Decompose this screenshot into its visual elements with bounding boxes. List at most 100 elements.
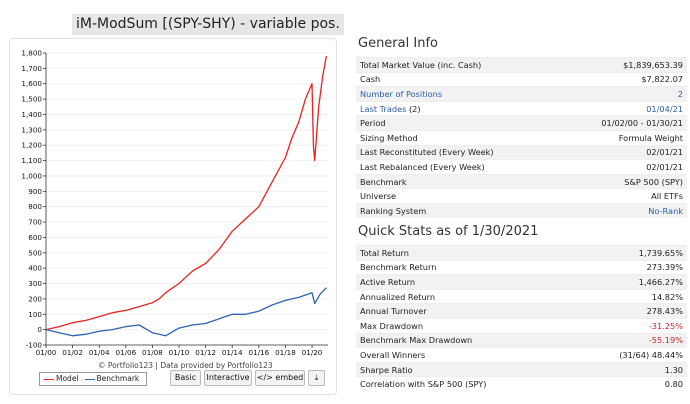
general-info-table: Total Market Value (inc. Cash) $1,839,653… xyxy=(356,57,687,218)
stat-value[interactable]: No-Rank xyxy=(648,206,683,216)
x-tick-label: 01/06 xyxy=(115,348,136,357)
interactive-button[interactable]: Interactive xyxy=(204,370,252,386)
x-tick-label: 01/08 xyxy=(142,348,163,357)
y-tick-label: 1,400 xyxy=(21,110,42,119)
stat-row: Benchmark Max Drawdown -55.19% xyxy=(356,332,687,348)
stat-label: Sizing Method xyxy=(360,132,418,143)
stat-value: 278.43% xyxy=(646,306,683,317)
performance-chart[interactable]: -10001002003004005006007008009001,0001,1… xyxy=(10,39,338,396)
stat-row: Sizing Method Formula Weight xyxy=(356,129,687,145)
stat-row: Overall Winners (31/64) 48.44% xyxy=(356,347,687,362)
quick-stats-table: Total Return 1,739.65% Benchmark Return 273… xyxy=(356,245,687,391)
stat-row: Max Drawdown -31.25% xyxy=(356,317,687,333)
stat-row: Last Rebalanced (Every Week) 02/01/21 xyxy=(356,159,687,174)
stat-label[interactable]: Number of Positions xyxy=(360,89,442,99)
stat-value: 273.39% xyxy=(646,262,683,273)
stat-label: Benchmark Return xyxy=(360,262,437,273)
x-tick-label: 01/18 xyxy=(275,348,296,357)
stat-row: Ranking System No-Rank xyxy=(356,202,687,218)
chart-legend[interactable]: Model Benchmark xyxy=(39,372,147,386)
stat-value: (31/64) 48.44% xyxy=(619,349,683,360)
stat-row: Benchmark S&P 500 (SPY) xyxy=(356,173,687,189)
download-button[interactable]: ⤓ xyxy=(308,370,325,386)
stat-label: Max Drawdown xyxy=(360,320,424,331)
y-tick-label: 1,800 xyxy=(21,49,42,58)
stat-label: Total Return xyxy=(360,247,409,258)
stat-value: Formula Weight xyxy=(618,132,683,143)
y-tick-label: 1,500 xyxy=(21,95,42,104)
stat-value[interactable]: 01/04/21 xyxy=(646,104,683,114)
stat-value: $7,822.07 xyxy=(641,74,683,85)
series-line-benchmark xyxy=(45,287,327,337)
stat-row: Number of Positions 2 xyxy=(356,86,687,101)
stat-row: Correlation with S&P 500 (SPY) 0.80 xyxy=(356,376,687,391)
stat-label: Active Return xyxy=(360,276,416,287)
stat-row: Annualized Return 14.82% xyxy=(356,288,687,304)
stat-row: Period 01/02/00 - 01/30/21 xyxy=(356,115,687,130)
stat-value: 0.80 xyxy=(664,379,683,390)
download-icon: ⤓ xyxy=(314,373,319,382)
y-tick-label: 1,600 xyxy=(21,79,42,88)
x-tick-label: 01/20 xyxy=(302,348,323,357)
stat-label: Last Reconstituted (Every Week) xyxy=(360,147,494,158)
page-title: iM-ModSum [(SPY-SHY) - variable pos. xyxy=(72,14,344,35)
stat-value: -55.19% xyxy=(648,335,683,346)
x-tick-label: 01/04 xyxy=(89,348,110,357)
stat-label: Ranking System xyxy=(360,205,427,216)
stat-value: S&P 500 (SPY) xyxy=(624,176,683,187)
legend-benchmark[interactable]: Benchmark xyxy=(84,373,139,385)
stat-value: All ETFs xyxy=(651,191,683,202)
y-tick-label: 1,200 xyxy=(21,141,42,150)
stat-row: Cash $7,822.07 xyxy=(356,71,687,87)
stat-row: Universe All ETFs xyxy=(356,188,687,203)
y-tick-label: 0 xyxy=(37,325,42,334)
stat-row: Total Market Value (inc. Cash) $1,839,653… xyxy=(356,57,687,72)
y-tick-label: 900 xyxy=(28,187,42,196)
stat-value: 14.82% xyxy=(651,291,683,302)
stat-row: Active Return 1,466.27% xyxy=(356,274,687,289)
x-tick-label: 01/12 xyxy=(195,348,216,357)
x-tick-label: 01/10 xyxy=(169,348,190,357)
embed-button[interactable]: </> embed xyxy=(255,370,305,386)
stat-row: Benchmark Return 273.39% xyxy=(356,259,687,275)
stat-label: Annualized Return xyxy=(360,291,436,302)
legend-model[interactable]: Model xyxy=(44,373,79,385)
stat-row: Last Trades (2) 01/04/21 xyxy=(356,100,687,116)
stat-label: Universe xyxy=(360,191,397,202)
stat-value: -31.25% xyxy=(648,320,683,331)
stat-label: Period xyxy=(360,118,386,129)
stat-row: Sharpe Ratio 1.30 xyxy=(356,361,687,377)
stat-label: Last Rebalanced (Every Week) xyxy=(360,161,485,172)
series-line-model xyxy=(45,55,328,331)
y-tick-label: 200 xyxy=(28,294,42,303)
stat-value: 02/01/21 xyxy=(646,147,683,158)
stat-row: Last Reconstituted (Every Week) 02/01/21 xyxy=(356,144,687,160)
stat-value: 1.30 xyxy=(664,364,683,375)
chart-credit: © Portfolio123 | Data provided by Portfo… xyxy=(98,361,273,370)
y-tick-label: 1,000 xyxy=(21,171,42,180)
stat-label: Overall Winners xyxy=(360,349,426,360)
y-tick-label: 300 xyxy=(28,279,42,288)
stat-label: Total Market Value (inc. Cash) xyxy=(360,59,482,70)
stat-label[interactable]: Last Trades (2) xyxy=(360,104,421,114)
y-tick-label: 1,100 xyxy=(21,156,42,165)
y-tick-label: 600 xyxy=(28,233,42,242)
x-tick-label: 01/16 xyxy=(248,348,269,357)
x-tick-label: 01/00 xyxy=(36,348,57,357)
y-tick-label: 1,700 xyxy=(21,64,42,73)
y-tick-label: 100 xyxy=(28,310,42,319)
stat-row: Total Return 1,739.65% xyxy=(356,245,687,260)
x-tick-label: 01/02 xyxy=(62,348,83,357)
stat-value[interactable]: 2 xyxy=(678,89,683,99)
y-tick-label: 500 xyxy=(28,248,42,257)
stat-label: Benchmark Max Drawdown xyxy=(360,335,473,346)
basic-button[interactable]: Basic xyxy=(170,370,201,386)
stat-value: 02/01/21 xyxy=(646,161,683,172)
y-tick-label: 400 xyxy=(28,264,42,273)
chart-panel: -100 0 100 200 300 400 500 600 700 800 900 1,000 1,1… xyxy=(9,38,337,395)
quick-stats-heading: Quick Stats as of 1/30/2021 xyxy=(358,224,539,239)
stat-value: 01/02/00 - 01/30/21 xyxy=(601,118,683,129)
stat-value: 1,466.27% xyxy=(638,276,683,287)
stat-row: Annual Turnover 278.43% xyxy=(356,303,687,318)
stat-value: $1,839,653.39 xyxy=(623,59,683,70)
